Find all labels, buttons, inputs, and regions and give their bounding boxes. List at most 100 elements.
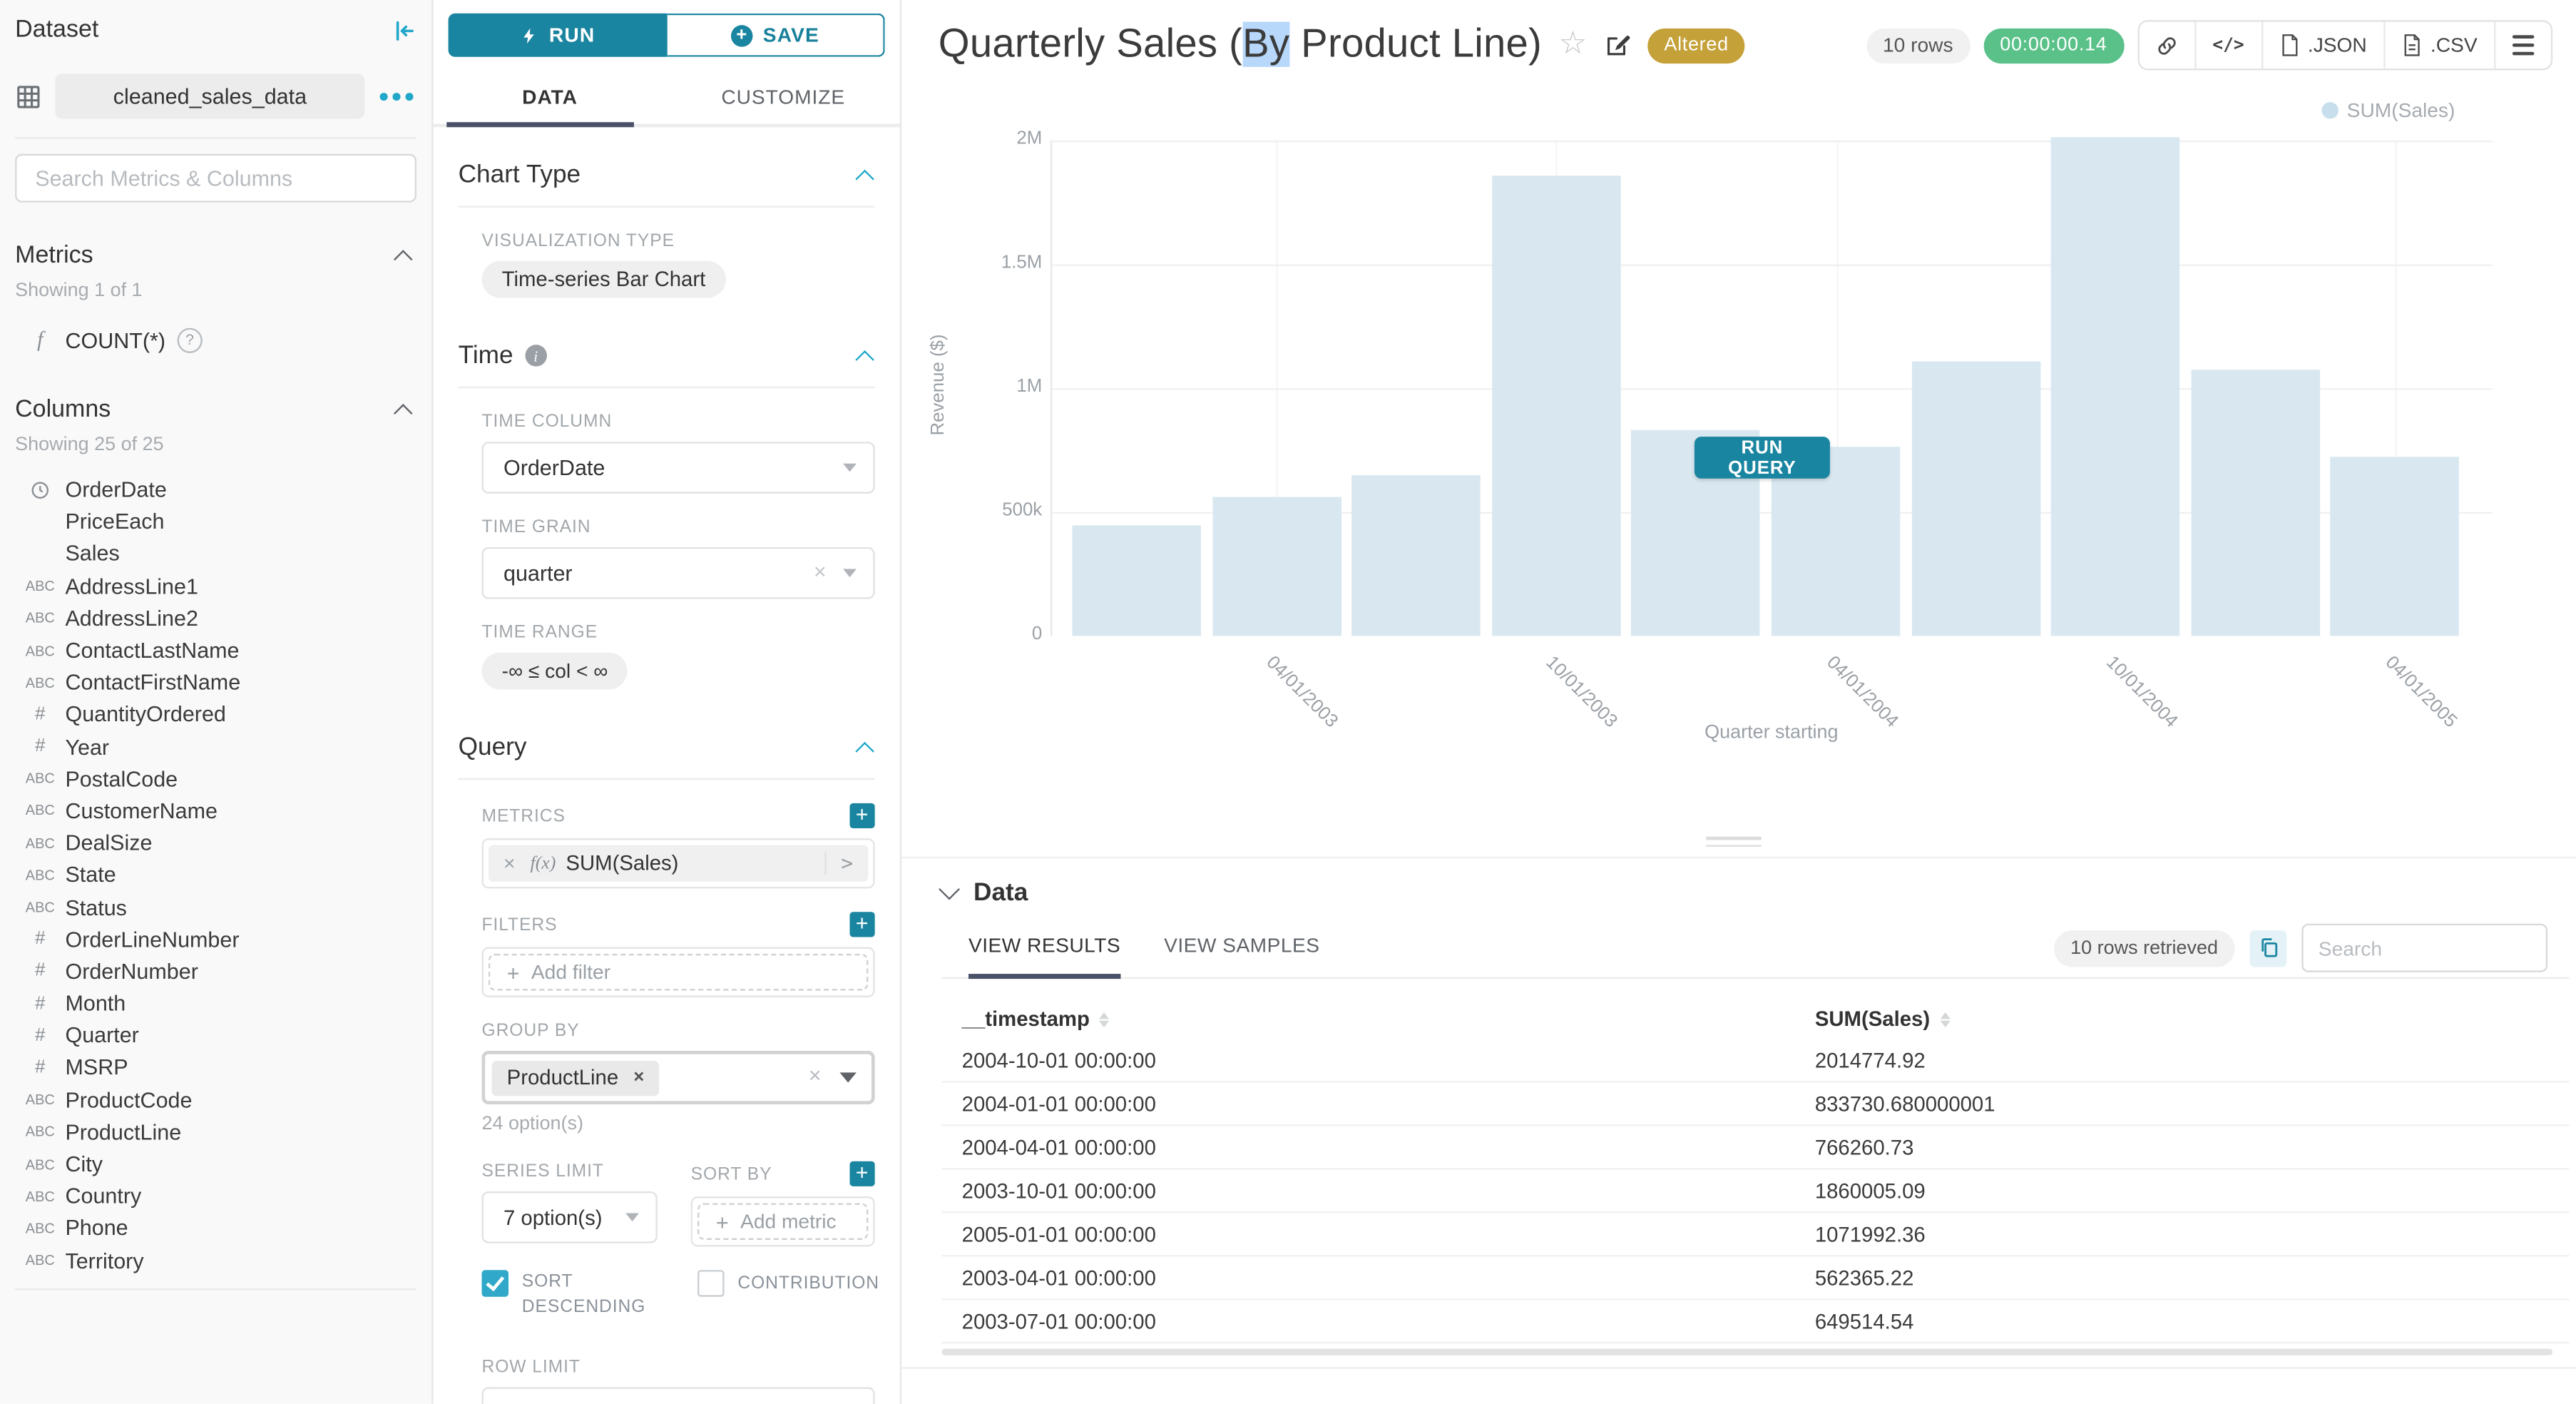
bar[interactable] — [2331, 457, 2460, 636]
column-item[interactable]: ABCStatus — [15, 891, 416, 923]
chevron-up-icon[interactable] — [394, 403, 413, 422]
column-item[interactable]: ABCProductCode — [15, 1084, 416, 1116]
column-item[interactable]: ABCState — [15, 859, 416, 891]
bar[interactable] — [1492, 176, 1621, 636]
chevron-up-icon[interactable] — [855, 350, 874, 369]
table-row[interactable]: 2004-10-01 00:00:002014774.92 — [941, 1039, 2569, 1083]
column-item[interactable]: ABCProductLine — [15, 1116, 416, 1148]
column-item[interactable]: ABCDealSize — [15, 827, 416, 859]
bar[interactable] — [2051, 137, 2180, 636]
group-by-select[interactable]: ProductLine × × — [481, 1051, 874, 1104]
column-item[interactable]: #Quarter — [15, 1019, 416, 1052]
add-sort-metric-dropzone[interactable]: + Add metric — [697, 1203, 868, 1240]
dataset-options-menu[interactable]: ●●● — [378, 86, 416, 106]
bar[interactable] — [1352, 475, 1481, 636]
clear-icon[interactable]: × — [809, 1062, 822, 1087]
chevron-up-icon[interactable] — [394, 249, 413, 268]
column-label: QuantityOrdered — [65, 702, 225, 727]
menu-button[interactable] — [2494, 21, 2551, 68]
edit-title-icon[interactable] — [1604, 32, 1631, 59]
chevron-up-icon[interactable] — [855, 169, 874, 188]
copy-link-button[interactable] — [2139, 21, 2194, 68]
horizontal-scrollbar[interactable] — [941, 1348, 2552, 1355]
column-item[interactable]: ABCCustomerName — [15, 795, 416, 827]
run-query-button[interactable]: RUN QUERY — [1695, 437, 1830, 479]
chevron-up-icon[interactable] — [855, 741, 874, 760]
export-csv-button[interactable]: .CSV — [2383, 21, 2494, 68]
column-item[interactable]: ABCPhone — [15, 1212, 416, 1244]
bar[interactable] — [1072, 526, 1201, 636]
group-by-chip[interactable]: ProductLine × — [492, 1060, 660, 1095]
table-row[interactable]: 2004-04-01 00:00:00766260.73 — [941, 1126, 2569, 1169]
column-item[interactable]: #Month — [15, 987, 416, 1019]
export-json-button[interactable]: .JSON — [2261, 21, 2383, 68]
column-item[interactable]: ABCAddressLine2 — [15, 602, 416, 634]
row-limit-select[interactable]: 10000 × — [481, 1387, 874, 1404]
search-metrics-columns-input[interactable] — [15, 154, 416, 203]
time-grain-select[interactable]: quarter × — [481, 547, 874, 599]
bar[interactable] — [2191, 370, 2320, 636]
tab-data[interactable]: DATA — [433, 77, 666, 124]
chevron-right-icon[interactable]: > — [824, 852, 869, 875]
column-header-timestamp[interactable]: __timestamp — [941, 1007, 1814, 1031]
column-item[interactable]: ABCCity — [15, 1148, 416, 1180]
contribution-checkbox[interactable]: CONTRIBUTION — [697, 1270, 868, 1320]
bar[interactable] — [1212, 497, 1341, 636]
column-label: ProductCode — [65, 1087, 192, 1112]
viz-type-value[interactable]: Time-series Bar Chart — [481, 261, 725, 298]
results-search-input[interactable] — [2301, 924, 2547, 972]
table-row[interactable]: 2003-07-01 00:00:00649514.54 — [941, 1300, 2569, 1343]
checkbox-unchecked-icon[interactable] — [697, 1270, 725, 1297]
table-row[interactable]: 2004-01-01 00:00:00833730.680000001 — [941, 1083, 2569, 1126]
collapse-panel-icon[interactable] — [392, 18, 416, 43]
tab-customize[interactable]: CUSTOMIZE — [667, 77, 900, 124]
column-item[interactable]: ABCContactFirstName — [15, 666, 416, 698]
tab-view-results[interactable]: VIEW RESULTS — [968, 934, 1120, 977]
add-metric-button[interactable]: + — [849, 803, 874, 828]
remove-chip-icon[interactable]: × — [633, 1067, 644, 1087]
metric-chip[interactable]: × f(x) SUM(Sales) > — [489, 845, 868, 882]
altered-badge[interactable]: Altered — [1647, 28, 1745, 63]
add-filter-dropzone[interactable]: + Add filter — [489, 954, 868, 991]
view-query-button[interactable]: </> — [2194, 21, 2261, 68]
column-item[interactable]: ABCContactLastName — [15, 634, 416, 666]
column-item[interactable]: OrderDate — [15, 474, 416, 506]
time-column-select[interactable]: OrderDate — [481, 442, 874, 494]
remove-metric-icon[interactable]: × — [489, 852, 531, 875]
column-item[interactable]: ABCPostalCode — [15, 763, 416, 795]
column-item[interactable]: ABCAddressLine1 — [15, 570, 416, 602]
column-item[interactable]: ABCCountry — [15, 1180, 416, 1212]
checkbox-checked-icon[interactable] — [481, 1270, 508, 1297]
add-filter-button[interactable]: + — [849, 912, 874, 937]
sort-descending-checkbox[interactable]: SORT DESCENDING — [481, 1270, 657, 1320]
bar[interactable] — [1911, 361, 2040, 636]
table-row[interactable]: 2003-10-01 00:00:001860005.09 — [941, 1169, 2569, 1213]
tab-view-samples[interactable]: VIEW SAMPLES — [1164, 934, 1319, 977]
column-label: Territory — [65, 1248, 143, 1273]
table-row[interactable]: 2003-04-01 00:00:00562365.22 — [941, 1256, 2569, 1300]
chevron-down-icon[interactable] — [939, 879, 960, 900]
metric-item[interactable]: f COUNT(*) ? — [15, 323, 416, 357]
add-sort-metric-button[interactable]: + — [849, 1161, 874, 1186]
column-item[interactable]: #Year — [15, 731, 416, 763]
clear-icon[interactable]: × — [814, 1399, 827, 1404]
legend[interactable]: SUM(Sales) — [2321, 98, 2455, 122]
column-item[interactable]: #OrderLineNumber — [15, 923, 416, 955]
clear-icon[interactable]: × — [814, 559, 827, 584]
copy-data-button[interactable] — [2250, 930, 2287, 967]
table-row[interactable]: 2005-01-01 00:00:001071992.36 — [941, 1213, 2569, 1256]
panel-resize-handle[interactable] — [1706, 837, 1761, 853]
column-item[interactable]: ABCTerritory — [15, 1244, 416, 1276]
run-button[interactable]: RUN — [449, 14, 668, 57]
series-limit-select[interactable]: 7 option(s) — [481, 1191, 657, 1243]
dataset-name[interactable]: cleaned_sales_data — [55, 73, 364, 118]
save-button[interactable]: + SAVE — [668, 14, 885, 57]
column-item[interactable]: #QuantityOrdered — [15, 698, 416, 731]
column-item[interactable]: Sales — [15, 538, 416, 570]
favorite-star-icon[interactable]: ☆ — [1559, 30, 1588, 60]
column-item[interactable]: #MSRP — [15, 1052, 416, 1084]
column-item[interactable]: PriceEach — [15, 506, 416, 538]
column-item[interactable]: #OrderNumber — [15, 955, 416, 987]
column-header-sum-sales[interactable]: SUM(Sales) — [1815, 1007, 1950, 1031]
time-range-value[interactable]: -∞ ≤ col < ∞ — [481, 653, 628, 690]
